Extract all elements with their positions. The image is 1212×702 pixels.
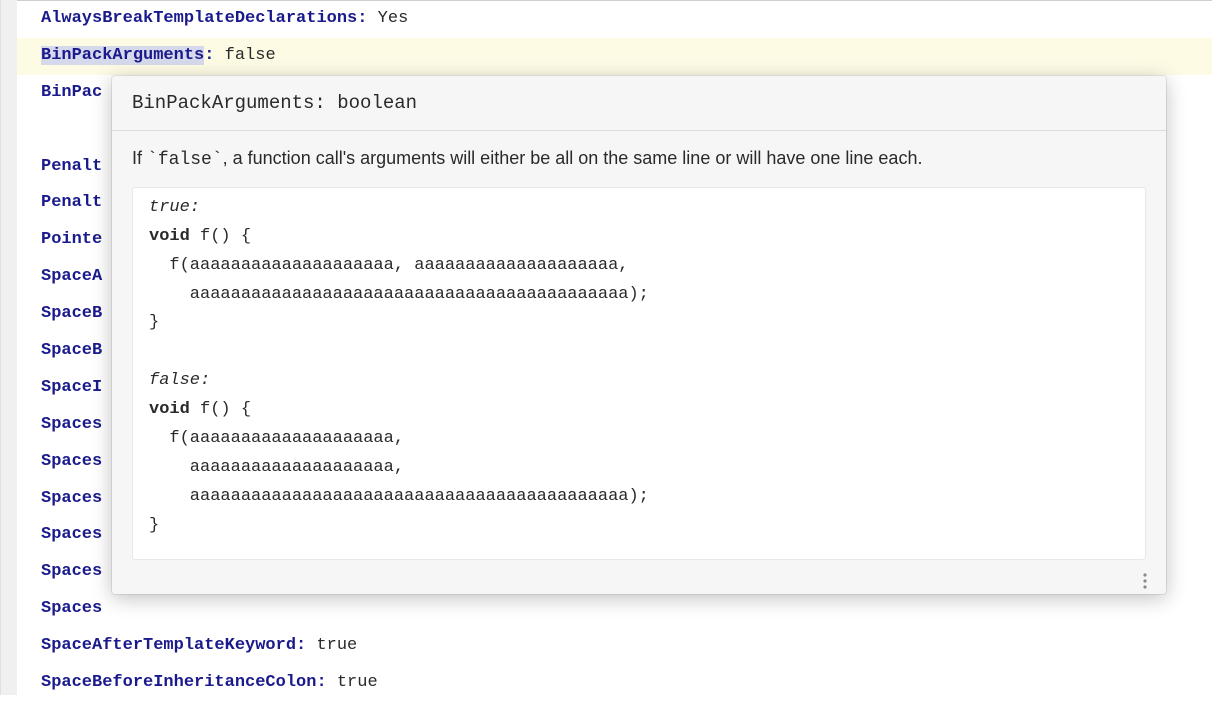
desc-code-inline: `false` bbox=[147, 150, 223, 170]
popup-header: BinPackArguments: boolean bbox=[112, 76, 1166, 131]
popup-description: If `false`, a function call's arguments … bbox=[132, 145, 1146, 175]
config-value: Yes bbox=[378, 9, 409, 28]
code-line[interactable]: SpaceAfterTemplateKeyword: true bbox=[17, 628, 1212, 665]
documentation-popup: BinPackArguments: boolean If `false`, a … bbox=[112, 76, 1166, 594]
config-key: SpaceBeforeInheritanceColon bbox=[41, 673, 316, 692]
config-key: SpaceB bbox=[41, 304, 102, 323]
config-value: false bbox=[225, 46, 276, 65]
config-key: Spaces bbox=[41, 452, 102, 471]
desc-text-prefix: If bbox=[132, 148, 147, 168]
more-options-icon[interactable] bbox=[1136, 572, 1154, 590]
code-line[interactable]: Spaces bbox=[17, 591, 1212, 628]
config-key: BinPac bbox=[41, 83, 102, 102]
config-key: SpaceAfterTemplateKeyword bbox=[41, 636, 296, 655]
config-key: Spaces bbox=[41, 525, 102, 544]
popup-code-example: true: void f() { f(aaaaaaaaaaaaaaaaaaaa,… bbox=[132, 187, 1146, 560]
config-key: SpaceI bbox=[41, 378, 102, 397]
colon: : bbox=[316, 673, 326, 692]
config-key: Penalt bbox=[41, 157, 102, 176]
config-key: Spaces bbox=[41, 599, 102, 618]
config-key: BinPackArguments bbox=[41, 46, 204, 65]
colon: : bbox=[204, 46, 214, 65]
colon: : bbox=[296, 636, 306, 655]
config-key: SpaceB bbox=[41, 341, 102, 360]
config-key: Pointe bbox=[41, 230, 102, 249]
code-line[interactable]: SpaceBeforeInheritanceColon: true bbox=[17, 665, 1212, 702]
config-value: true bbox=[337, 673, 378, 692]
popup-footer bbox=[112, 568, 1166, 594]
code-line[interactable]: BinPackArguments: false bbox=[17, 38, 1212, 75]
config-key: Spaces bbox=[41, 489, 102, 508]
desc-text-suffix: , a function call's arguments will eithe… bbox=[223, 148, 923, 168]
code-line[interactable]: AlwaysBreakTemplateDeclarations: Yes bbox=[17, 0, 1212, 38]
config-key: AlwaysBreakTemplateDeclarations bbox=[41, 9, 357, 28]
config-key: Penalt bbox=[41, 193, 102, 212]
config-value: true bbox=[316, 636, 357, 655]
popup-body: If `false`, a function call's arguments … bbox=[112, 131, 1166, 568]
config-key: Spaces bbox=[41, 415, 102, 434]
config-key: Spaces bbox=[41, 562, 102, 581]
config-key: SpaceA bbox=[41, 267, 102, 286]
colon: : bbox=[357, 9, 367, 28]
